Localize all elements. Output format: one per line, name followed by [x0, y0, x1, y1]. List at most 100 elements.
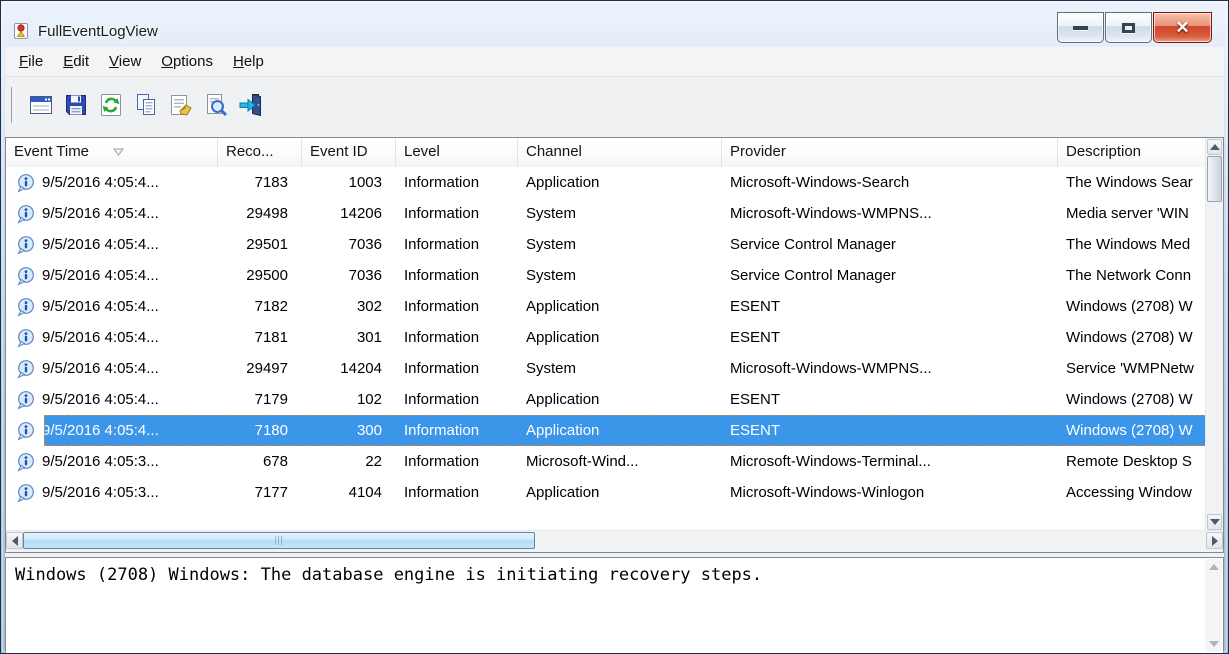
event-id-cell: 102	[302, 384, 396, 415]
event-table: Event Time Reco... Event ID Level Channe…	[5, 137, 1224, 553]
scroll-down-button[interactable]	[1207, 514, 1222, 530]
table-row[interactable]: 9/5/2016 4:05:4...7182302InformationAppl…	[6, 291, 1206, 322]
provider-cell: Service Control Manager	[722, 260, 1058, 291]
level-cell: Information	[396, 446, 518, 477]
level-cell: Information	[396, 167, 518, 198]
pane-scroll-up-button[interactable]	[1205, 559, 1222, 575]
scroll-right-button[interactable]	[1206, 532, 1223, 549]
event-time-cell: 9/5/2016 4:05:4...	[6, 291, 218, 322]
channel-cell: Application	[518, 384, 722, 415]
description-pane-scrollbar[interactable]	[1205, 559, 1222, 652]
column-header-record-id[interactable]: Reco...	[218, 138, 302, 167]
table-row[interactable]: 9/5/2016 4:05:4...7181301InformationAppl…	[6, 322, 1206, 353]
event-id-cell: 7036	[302, 229, 396, 260]
app-icon	[12, 22, 30, 40]
event-time-cell: 9/5/2016 4:05:4...	[6, 384, 218, 415]
menu-item-edit[interactable]: Edit	[53, 48, 99, 75]
table-row[interactable]: 9/5/2016 4:05:4...295017036InformationSy…	[6, 229, 1206, 260]
table-row[interactable]: 9/5/2016 4:05:3...71774104InformationApp…	[6, 477, 1206, 508]
channel-cell: System	[518, 353, 722, 384]
exit-button[interactable]	[234, 87, 268, 123]
event-id-cell: 22	[302, 446, 396, 477]
pane-scroll-down-button[interactable]	[1205, 636, 1222, 652]
arrow-left-icon	[12, 536, 18, 546]
event-id-cell: 301	[302, 322, 396, 353]
description-cell: Media server 'WIN	[1058, 198, 1206, 229]
title-bar[interactable]: FullEventLogView ✕	[1, 1, 1228, 47]
level-cell: Information	[396, 384, 518, 415]
find-button[interactable]	[199, 87, 233, 123]
provider-cell: ESENT	[722, 415, 1058, 446]
channel-cell: Microsoft-Wind...	[518, 446, 722, 477]
copy-button[interactable]	[129, 87, 163, 123]
channel-cell: Application	[518, 477, 722, 508]
description-cell: The Network Conn	[1058, 260, 1206, 291]
scroll-left-button[interactable]	[6, 532, 23, 549]
channel-cell: System	[518, 229, 722, 260]
arrow-up-icon	[1209, 564, 1219, 570]
provider-cell: Microsoft-Windows-Terminal...	[722, 446, 1058, 477]
save-icon	[62, 91, 90, 119]
event-id-cell: 1003	[302, 167, 396, 198]
event-time-cell: 9/5/2016 4:05:4...	[6, 353, 218, 384]
menu-item-view[interactable]: View	[99, 48, 151, 75]
menu-item-help[interactable]: Help	[223, 48, 274, 75]
table-row[interactable]: 9/5/2016 4:05:4...7179102InformationAppl…	[6, 384, 1206, 415]
properties-button[interactable]	[164, 87, 198, 123]
record-id-cell: 7180	[218, 415, 302, 446]
table-row[interactable]: 9/5/2016 4:05:3...67822InformationMicros…	[6, 446, 1206, 477]
channel-cell: Application	[518, 322, 722, 353]
column-header-event-time[interactable]: Event Time	[6, 138, 218, 167]
record-id-cell: 29501	[218, 229, 302, 260]
event-description-text[interactable]: Windows (2708) Windows: The database eng…	[15, 565, 1197, 586]
toolbar	[5, 77, 1224, 133]
horizontal-scrollbar[interactable]	[6, 530, 1223, 552]
level-cell: Information	[396, 415, 518, 446]
channel-cell: System	[518, 260, 722, 291]
level-cell: Information	[396, 322, 518, 353]
table-row[interactable]: 9/5/2016 4:05:4...295007036InformationSy…	[6, 260, 1206, 291]
refresh-button[interactable]	[94, 87, 128, 123]
vertical-scrollbar-thumb[interactable]	[1207, 156, 1222, 202]
column-header-provider[interactable]: Provider	[722, 138, 1058, 167]
menu-item-options[interactable]: Options	[151, 48, 223, 75]
choose-data-source-button[interactable]	[24, 87, 58, 123]
channel-cell: System	[518, 198, 722, 229]
provider-cell: Service Control Manager	[722, 229, 1058, 260]
menu-bar: FileEditViewOptionsHelp	[5, 47, 1224, 77]
find-icon	[202, 91, 230, 119]
level-cell: Information	[396, 477, 518, 508]
column-header-level[interactable]: Level	[396, 138, 518, 167]
description-cell: Windows (2708) W	[1058, 384, 1206, 415]
maximize-button[interactable]	[1105, 12, 1152, 43]
column-header-event-id[interactable]: Event ID	[302, 138, 396, 167]
event-id-cell: 14206	[302, 198, 396, 229]
minimize-icon	[1073, 26, 1088, 30]
table-header: Event Time Reco... Event ID Level Channe…	[6, 138, 1206, 168]
level-cell: Information	[396, 229, 518, 260]
event-id-cell: 7036	[302, 260, 396, 291]
description-cell: Remote Desktop S	[1058, 446, 1206, 477]
table-row[interactable]: 9/5/2016 4:05:4...7180300InformationAppl…	[6, 415, 1206, 446]
thumb-grip	[275, 536, 284, 545]
arrow-down-icon	[1209, 641, 1219, 647]
save-button[interactable]	[59, 87, 93, 123]
channel-cell: Application	[518, 291, 722, 322]
vertical-scrollbar[interactable]	[1205, 138, 1223, 531]
arrow-down-icon	[1210, 519, 1220, 525]
horizontal-scrollbar-thumb[interactable]	[23, 532, 535, 549]
description-cell: Service 'WMPNetw	[1058, 353, 1206, 384]
table-row[interactable]: 9/5/2016 4:05:4...2949714204InformationS…	[6, 353, 1206, 384]
scroll-up-button[interactable]	[1207, 139, 1222, 155]
toolbar-gripper[interactable]	[11, 87, 15, 123]
table-row[interactable]: 9/5/2016 4:05:4...2949814206InformationS…	[6, 198, 1206, 229]
minimize-button[interactable]	[1057, 12, 1104, 43]
column-header-description[interactable]: Description	[1058, 138, 1206, 167]
table-row[interactable]: 9/5/2016 4:05:4...71831003InformationApp…	[6, 167, 1206, 198]
channel-cell: Application	[518, 415, 722, 446]
level-cell: Information	[396, 198, 518, 229]
menu-item-file[interactable]: File	[9, 48, 53, 75]
information-icon	[16, 390, 36, 410]
close-button[interactable]: ✕	[1153, 12, 1212, 43]
column-header-channel[interactable]: Channel	[518, 138, 722, 167]
